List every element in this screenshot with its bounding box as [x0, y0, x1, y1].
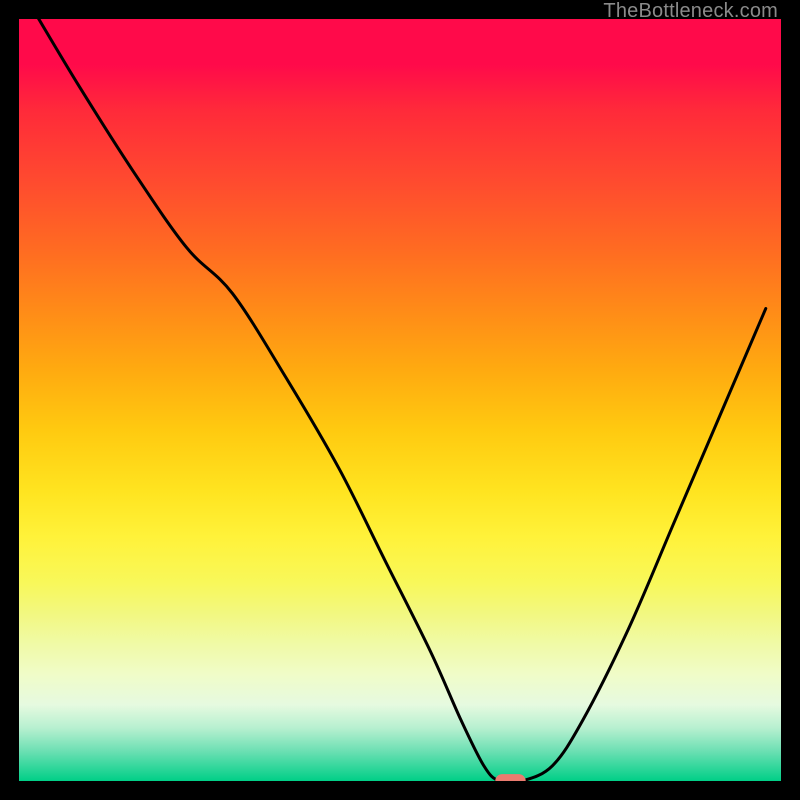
curve-svg	[19, 19, 781, 781]
optimal-marker	[495, 774, 525, 781]
chart-frame: TheBottleneck.com	[0, 0, 800, 800]
bottleneck-curve	[34, 19, 766, 781]
plot-area	[19, 19, 781, 781]
